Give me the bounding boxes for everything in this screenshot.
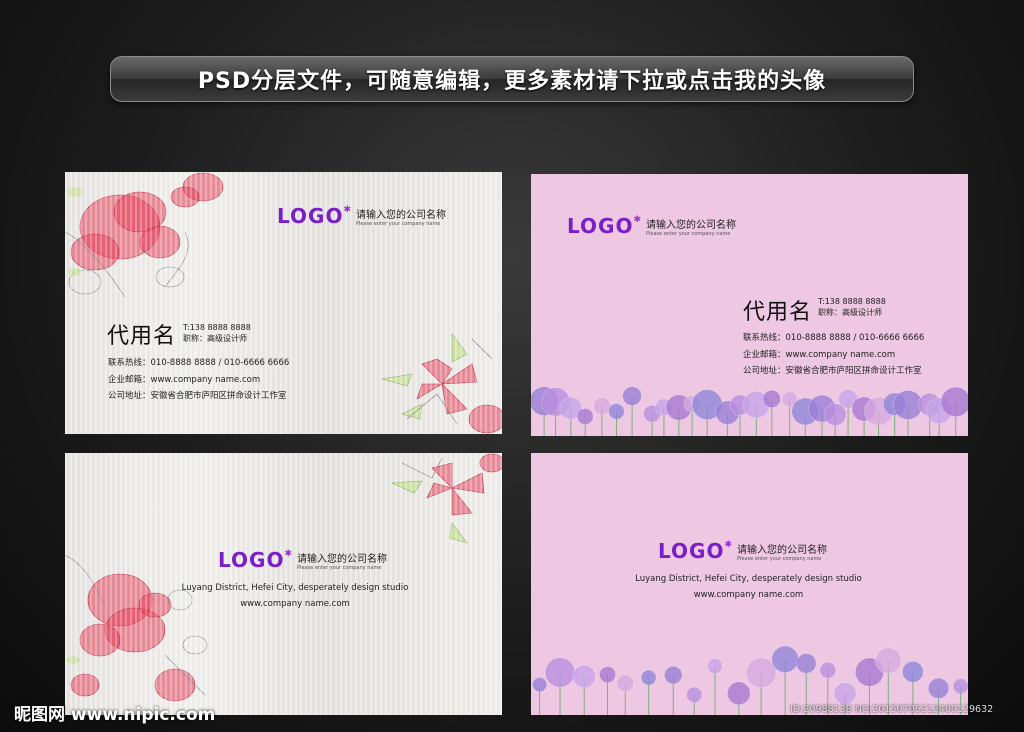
dandelion-head [771,645,799,674]
dandelion-head [745,657,777,689]
back-website: www.company name.com [240,599,350,609]
company-name-en: Please enter your company name [297,564,382,571]
back-address: Luyang District, Hefei City, desperately… [181,583,409,593]
company-name-en: Please enter your company name [737,555,822,562]
contact-hotline: 联系热线：010-8888 8888 / 010-6666 6666 [743,333,925,343]
logo-wordmark: LOGO [567,214,634,238]
person-tel-block: T:138 8888 8888 职称：高级设计师 [818,296,886,318]
person-tel: T:138 8888 8888 [818,297,886,306]
logo-wordmark: LOGO [658,539,725,563]
dandelion-head [901,660,924,683]
top-banner: PSD分层文件，可随意编辑，更多素材请下拉或点击我的头像 [110,56,914,102]
dandelion-head [762,389,781,409]
contact-hotline: 联系热线：010-8888 8888 / 010-6666 6666 [108,358,290,368]
image-id-watermark: ID:20988128 NO:20150705212400129632 [790,704,994,715]
dandelion-flowers-row [531,645,968,715]
dandelion-head [927,677,950,700]
dandelion-head [874,647,902,674]
contact-info: 联系热线：010-8888 8888 / 010-6666 6666 企业邮箱：… [108,355,289,405]
dandelion-flowers-row [531,386,968,436]
company-name-en: Please enter your company name [646,230,731,237]
business-card-front-white: LOGO ✱ 请输入您的公司名称 Please enter your compa… [65,172,502,434]
company-name-cn: 请输入您的公司名称 [646,219,736,231]
dandelion-head [686,686,703,704]
person-name: 代用名 [107,324,177,349]
dandelion-head [819,661,837,679]
person-title: 职称：高级设计师 [818,308,882,317]
company-logo: LOGO ✱ 请输入您的公司名称 Please enter your compa… [277,204,446,228]
dandelion-head [592,396,611,415]
dandelion-head [795,652,817,674]
dandelion-head [833,682,857,705]
person-tel-block: T:138 8888 8888 职称：高级设计师 [183,322,251,344]
site-watermark: 昵图网 www.nipic.com [14,705,216,725]
company-logo: LOGO ✱ 请输入您的公司名称 Please enter your compa… [218,548,387,572]
back-info: Luyang District, Hefei City, desperately… [621,571,876,603]
dandelion-head [892,389,924,420]
dandelion-head [544,657,576,688]
dandelion-head [572,664,597,689]
dandelion-head [616,674,635,693]
logo-star-icon: ✱ [633,215,641,225]
dandelion-head [608,403,625,420]
dandelion-head [952,678,968,695]
logo-star-icon: ✱ [343,205,351,215]
back-address: Luyang District, Hefei City, desperately… [635,574,862,584]
dandelion-head [663,665,683,685]
lily-flower-bottom-right [382,333,502,434]
contact-address: 公司地址：安徽省合肥市庐阳区拼命设计工作室 [743,366,922,376]
dandelion-head [707,658,723,675]
peony-flower-top-left [65,172,224,298]
dandelion-head [622,386,642,406]
business-card-front-pink: LOGO ✱ 请输入您的公司名称 Please enter your compa… [531,174,968,436]
dandelion-head [576,408,594,425]
banner-text: PSD分层文件，可随意编辑，更多素材请下拉或点击我的头像 [197,69,827,94]
business-card-back-pink: LOGO ✱ 请输入您的公司名称 Please enter your compa… [531,453,968,715]
company-name-en: Please enter your company name [356,220,441,227]
back-info: Luyang District, Hefei City, desperately… [175,580,415,612]
dandelion-head [598,666,617,684]
logo-wordmark: LOGO [218,548,285,572]
contact-info: 联系热线：010-8888 8888 / 010-6666 6666 企业邮箱：… [743,330,924,380]
dandelion-head [531,677,548,693]
person-tel: T:138 8888 8888 [183,323,251,332]
company-name-cn: 请输入您的公司名称 [356,209,446,221]
contact-email: 企业邮箱：www.company name.com [108,374,261,385]
peony-flower-bottom-left [65,554,208,702]
company-logo: LOGO ✱ 请输入您的公司名称 Please enter your compa… [567,214,736,238]
logo-wordmark: LOGO [277,204,344,228]
company-logo: LOGO ✱ 请输入您的公司名称 Please enter your compa… [658,539,827,563]
person-name: 代用名 [743,300,813,325]
back-website: www.company name.com [693,590,804,600]
person-title: 职称：高级设计师 [183,334,247,343]
logo-star-icon: ✱ [284,549,292,559]
business-card-back-white: LOGO ✱ 请输入您的公司名称 Please enter your compa… [65,453,502,715]
dandelion-head [640,669,657,686]
logo-star-icon: ✱ [724,540,732,550]
company-name-cn: 请输入您的公司名称 [737,544,827,556]
company-name-cn: 请输入您的公司名称 [297,553,387,565]
contact-address: 公司地址：安徽省合肥市庐阳区拼命设计工作室 [108,391,287,401]
dandelion-head [726,681,751,706]
contact-email: 企业邮箱：www.company name.com [743,349,896,360]
lily-flower-top-right [392,453,502,544]
